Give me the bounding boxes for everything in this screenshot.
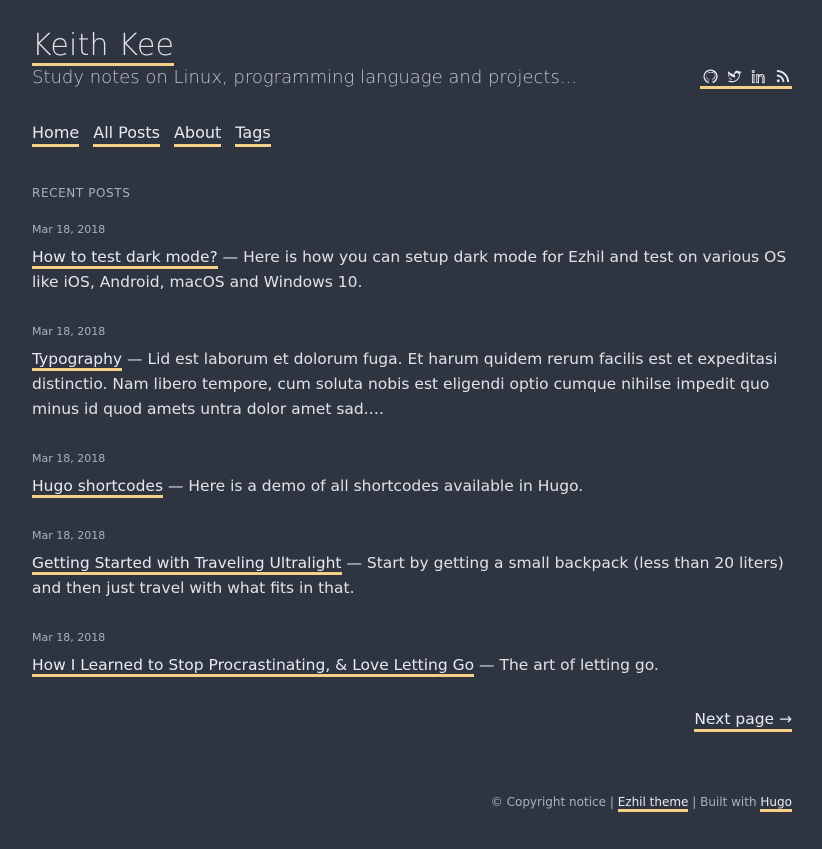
github-icon[interactable] — [703, 68, 718, 84]
post-title-link[interactable]: Hugo shortcodes — [32, 477, 164, 498]
post-title-link[interactable]: How I Learned to Stop Procrastinating, &… — [32, 656, 475, 677]
post-title-link[interactable]: Getting Started with Traveling Ultraligh… — [32, 554, 342, 575]
nav-about[interactable]: About — [173, 123, 222, 147]
post-line: Hugo shortcodes — Here is a demo of all … — [32, 474, 792, 499]
post-summary: — Here is a demo of all shortcodes avail… — [163, 477, 584, 495]
nav-tags[interactable]: Tags — [235, 123, 271, 147]
site-subtitle: Study notes on Linux, programming langua… — [32, 67, 577, 88]
page: Keith Kee Study notes on Linux, programm… — [0, 0, 822, 849]
post-item: Mar 18, 2018 Hugo shortcodes — Here is a… — [32, 452, 792, 499]
section-title: RECENT POSTS — [32, 186, 131, 200]
post-item: Mar 18, 2018 How to test dark mode? — He… — [32, 223, 792, 295]
nav-home[interactable]: Home — [32, 123, 80, 147]
hugo-link[interactable]: Hugo — [760, 795, 792, 812]
post-date: Mar 18, 2018 — [32, 529, 106, 542]
post-summary: — Lid est laborum et dolorum fuga. Et ha… — [32, 350, 778, 418]
post-line: Getting Started with Traveling Ultraligh… — [32, 551, 792, 601]
post-line: How I Learned to Stop Procrastinating, &… — [32, 653, 792, 678]
theme-link[interactable]: Ezhil theme — [617, 795, 689, 812]
built-with-text: | Built with — [688, 795, 761, 809]
post-title-link[interactable]: How to test dark mode? — [32, 248, 218, 269]
post-item: Mar 18, 2018 Getting Started with Travel… — [32, 529, 792, 601]
post-date: Mar 18, 2018 — [32, 452, 106, 465]
post-date: Mar 18, 2018 — [32, 631, 106, 644]
site-title[interactable]: Keith Kee — [32, 29, 175, 66]
twitter-icon[interactable] — [727, 69, 742, 84]
post-item: Mar 18, 2018 How I Learned to Stop Procr… — [32, 631, 792, 678]
main-nav: Home All Posts About Tags — [32, 123, 271, 147]
copyright-text: © Copyright notice | — [490, 795, 618, 809]
linkedin-icon[interactable] — [751, 69, 766, 84]
post-line: Typography — Lid est laborum et dolorum … — [32, 347, 792, 422]
post-item: Mar 18, 2018 Typography — Lid est laboru… — [32, 325, 792, 422]
post-line: How to test dark mode? — Here is how you… — [32, 245, 792, 295]
post-date: Mar 18, 2018 — [32, 325, 106, 338]
rss-icon[interactable] — [775, 69, 790, 84]
social-links — [700, 66, 792, 89]
next-page-link[interactable]: Next page → — [694, 709, 792, 732]
post-date: Mar 18, 2018 — [32, 223, 106, 236]
post-title-link[interactable]: Typography — [32, 350, 123, 371]
post-summary: — The art of letting go. — [474, 656, 659, 674]
nav-all-posts[interactable]: All Posts — [93, 123, 160, 147]
footer: © Copyright notice | Ezhil theme | Built… — [490, 794, 792, 812]
